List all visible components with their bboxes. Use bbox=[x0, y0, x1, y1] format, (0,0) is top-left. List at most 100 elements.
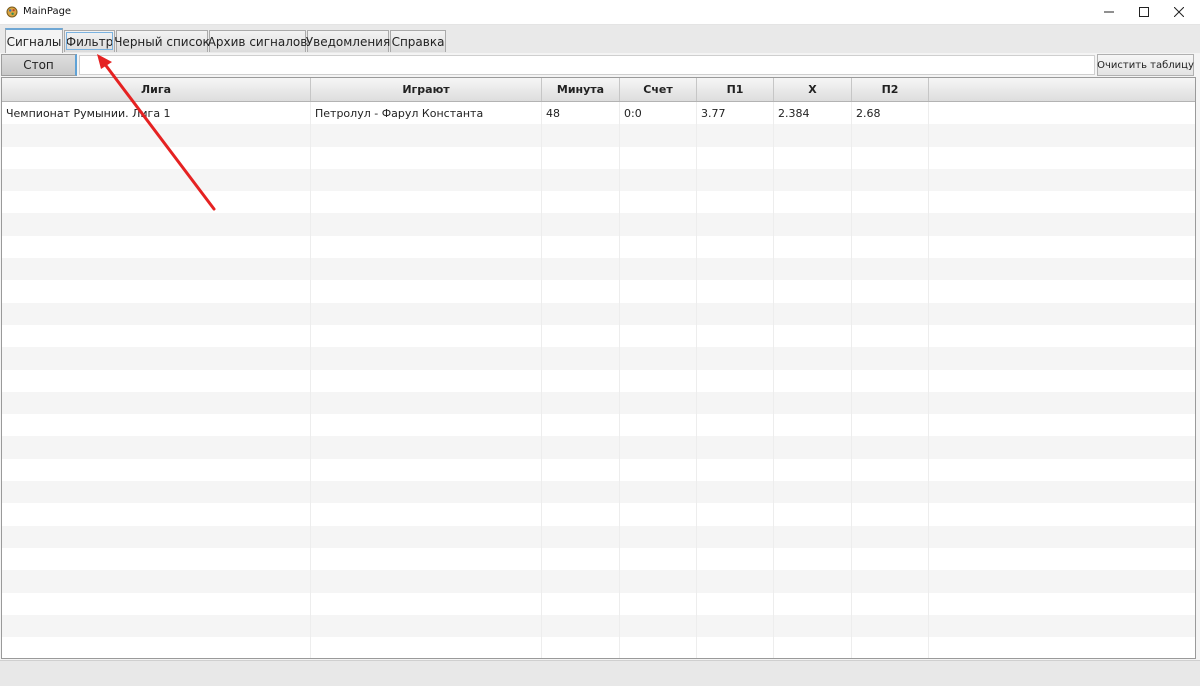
cell-x bbox=[774, 324, 852, 348]
table-row[interactable] bbox=[2, 191, 1195, 214]
cell-minute bbox=[542, 614, 620, 638]
minimize-button[interactable] bbox=[1092, 0, 1126, 24]
table-row[interactable] bbox=[2, 414, 1195, 437]
column-header-p2[interactable]: П2 bbox=[852, 78, 929, 101]
status-bar bbox=[0, 660, 1200, 686]
cell-p1 bbox=[697, 124, 774, 147]
cell-p1 bbox=[697, 347, 774, 370]
close-button[interactable] bbox=[1162, 0, 1196, 24]
cell-teams bbox=[311, 258, 542, 281]
column-header-league[interactable]: Лига bbox=[2, 78, 311, 101]
table-row[interactable] bbox=[2, 614, 1195, 638]
tab-label: Архив сигналов bbox=[207, 34, 308, 49]
cell-minute bbox=[542, 369, 620, 392]
table-row[interactable] bbox=[2, 637, 1195, 658]
cell-minute bbox=[542, 525, 620, 548]
column-header-minute[interactable]: Минута bbox=[542, 78, 620, 101]
cell-teams bbox=[311, 324, 542, 348]
table-row[interactable] bbox=[2, 458, 1195, 482]
maximize-button[interactable] bbox=[1127, 0, 1161, 24]
tab-signals[interactable]: Сигналы bbox=[5, 28, 63, 53]
column-header-teams[interactable]: Играют bbox=[311, 78, 542, 101]
table-row[interactable] bbox=[2, 324, 1195, 348]
cell-teams bbox=[311, 213, 542, 236]
cell-league bbox=[2, 191, 311, 214]
table-row[interactable] bbox=[2, 302, 1195, 325]
toolbar: Стоп Очистить таблицу bbox=[0, 53, 1200, 77]
cell-p2 bbox=[852, 168, 929, 192]
table-row[interactable] bbox=[2, 124, 1195, 147]
signal-input[interactable] bbox=[79, 55, 1095, 75]
stop-button[interactable]: Стоп bbox=[1, 54, 77, 76]
table-row[interactable] bbox=[2, 436, 1195, 459]
column-header-p1[interactable]: П1 bbox=[697, 78, 774, 101]
cell-x bbox=[774, 547, 852, 571]
cell-league bbox=[2, 168, 311, 192]
clear-table-button[interactable]: Очистить таблицу bbox=[1097, 54, 1194, 76]
column-header-x[interactable]: X bbox=[774, 78, 852, 101]
cell-p2 bbox=[852, 503, 929, 526]
table-row[interactable] bbox=[2, 570, 1195, 593]
table-row[interactable] bbox=[2, 280, 1195, 303]
cell-x bbox=[774, 458, 852, 482]
table-row[interactable] bbox=[2, 258, 1195, 281]
cell-score bbox=[620, 525, 697, 548]
tab-help[interactable]: Справка bbox=[390, 30, 446, 52]
cell-teams bbox=[311, 414, 542, 437]
cell-teams bbox=[311, 525, 542, 548]
table-header: Лига Играют Минута Счет П1 X П2 bbox=[2, 78, 1195, 102]
cell-minute bbox=[542, 414, 620, 437]
cell-minute bbox=[542, 347, 620, 370]
table-row[interactable] bbox=[2, 547, 1195, 571]
table-row[interactable] bbox=[2, 369, 1195, 392]
table-row[interactable] bbox=[2, 347, 1195, 370]
table-row[interactable] bbox=[2, 235, 1195, 259]
cell-p2 bbox=[852, 637, 929, 658]
cell-teams bbox=[311, 168, 542, 192]
table-row[interactable] bbox=[2, 525, 1195, 548]
cell-p1 bbox=[697, 302, 774, 325]
cell-score bbox=[620, 547, 697, 571]
cell-p1 bbox=[697, 436, 774, 459]
cell-league bbox=[2, 614, 311, 638]
cell-score bbox=[620, 191, 697, 214]
cell-x bbox=[774, 258, 852, 281]
title-bar[interactable]: MainPage bbox=[0, 0, 1200, 25]
cell-p1 bbox=[697, 503, 774, 526]
cell-p2 bbox=[852, 547, 929, 571]
table-row[interactable] bbox=[2, 503, 1195, 526]
cell-score bbox=[620, 458, 697, 482]
table-row[interactable] bbox=[2, 146, 1195, 169]
cell-minute bbox=[542, 235, 620, 259]
tab-signal-archive[interactable]: Архив сигналов bbox=[207, 30, 308, 52]
cell-p1 bbox=[697, 235, 774, 259]
cell-score bbox=[620, 614, 697, 638]
cell-p2 bbox=[852, 570, 929, 593]
table-row[interactable] bbox=[2, 592, 1195, 615]
column-header-score[interactable]: Счет bbox=[620, 78, 697, 101]
cell-p1 bbox=[697, 280, 774, 303]
cell-minute bbox=[542, 280, 620, 303]
table-row[interactable] bbox=[2, 213, 1195, 236]
table-row[interactable] bbox=[2, 481, 1195, 504]
cell-p2 bbox=[852, 458, 929, 482]
cell-teams bbox=[311, 369, 542, 392]
tab-filter[interactable]: Фильтр bbox=[64, 30, 115, 52]
table-row[interactable] bbox=[2, 391, 1195, 415]
cell-p2: 2.68 bbox=[852, 102, 929, 125]
cell-minute bbox=[542, 458, 620, 482]
signals-table[interactable]: Лига Играют Минута Счет П1 X П2 Чемпиона… bbox=[1, 77, 1196, 659]
cell-p1 bbox=[697, 414, 774, 437]
cell-p2 bbox=[852, 302, 929, 325]
cell-x bbox=[774, 481, 852, 504]
table-row[interactable] bbox=[2, 168, 1195, 192]
tab-notifications[interactable]: Уведомления bbox=[306, 30, 390, 52]
cell-x bbox=[774, 637, 852, 658]
cell-teams bbox=[311, 146, 542, 169]
cell-minute bbox=[542, 481, 620, 504]
cell-league bbox=[2, 258, 311, 281]
cell-x bbox=[774, 168, 852, 192]
cell-league bbox=[2, 235, 311, 259]
table-row[interactable]: Чемпионат Румынии. Лига 1 Петролул - Фару… bbox=[2, 102, 1195, 125]
tab-blacklist[interactable]: Черный список bbox=[114, 30, 210, 52]
